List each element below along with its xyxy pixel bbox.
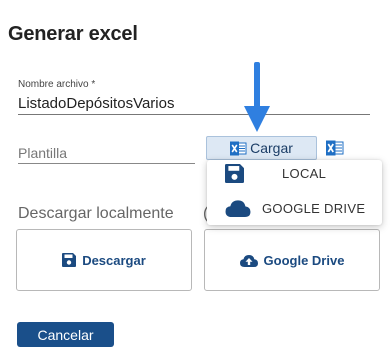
cancel-button[interactable]: Cancelar	[17, 322, 114, 347]
menu-item-local[interactable]: LOCAL	[207, 158, 382, 188]
cloud-upload-icon	[239, 254, 258, 267]
excel-icon	[230, 141, 247, 156]
plantilla-label: Plantilla	[18, 145, 68, 161]
cloud-icon	[225, 199, 251, 217]
dialog-title: Generar excel	[8, 23, 138, 45]
cargar-button[interactable]: Cargar	[206, 136, 317, 160]
descargar-label: Descargar	[82, 252, 146, 268]
descargar-button[interactable]: Descargar	[16, 229, 192, 291]
cargar-dropdown-menu: LOCAL GOOGLE DRIVE	[207, 160, 382, 225]
menu-item-local-label: LOCAL	[282, 165, 327, 181]
google-drive-label: Google Drive	[263, 252, 345, 268]
excel-icon[interactable]	[326, 139, 344, 157]
pointer-arrow-icon	[244, 62, 270, 132]
save-icon	[62, 253, 77, 267]
descargar-localmente-label: Descargar localmente	[18, 205, 174, 222]
nombre-archivo-input[interactable]	[18, 93, 370, 115]
menu-item-google-drive-label: GOOGLE DRIVE	[262, 200, 366, 216]
plantilla-input-underline[interactable]	[18, 163, 195, 164]
google-drive-button[interactable]: Google Drive	[204, 229, 380, 291]
nombre-archivo-label: Nombre archivo *	[18, 79, 96, 90]
menu-item-google-drive[interactable]: GOOGLE DRIVE	[207, 193, 382, 223]
save-icon	[225, 163, 244, 183]
cargar-label: Cargar	[250, 140, 293, 156]
